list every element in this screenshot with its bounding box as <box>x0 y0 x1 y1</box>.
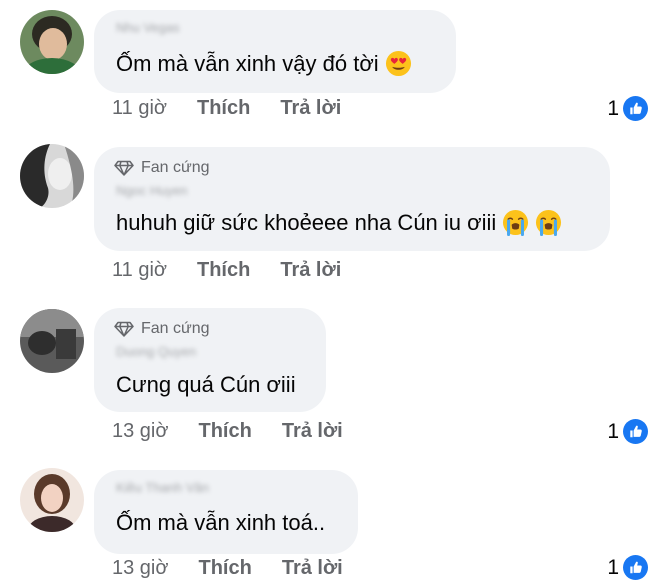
diamond-icon <box>114 160 134 176</box>
reaction-count: 1 <box>607 555 619 579</box>
comment-actions: 11 giờ Thích Trả lời <box>112 259 341 282</box>
fan-badge: Fan cứng <box>114 320 210 338</box>
avatar[interactable] <box>20 309 84 373</box>
comment-text: Cưng quá Cún ơiii <box>116 372 296 398</box>
reaction-summary[interactable]: 1 <box>607 96 648 121</box>
like-icon <box>623 419 648 444</box>
comment-timestamp[interactable]: 13 giờ <box>112 420 168 443</box>
fan-badge-label: Fan cứng <box>141 159 210 176</box>
comment-text-content: Ốm mà vẫn xinh vậy đó tời <box>116 50 379 76</box>
reply-button[interactable]: Trả lời <box>280 259 341 282</box>
fan-badge-label: Fan cứng <box>141 320 210 337</box>
comment-text-content: huhuh giữ sức khoẻeee nha Cún iu ơiii <box>116 209 497 235</box>
like-icon <box>623 96 648 121</box>
comment-timestamp[interactable]: 11 giờ <box>112 97 167 120</box>
comment-author[interactable]: Nhu Vegas <box>116 20 180 35</box>
loudly-crying-emoji-icon <box>535 209 562 236</box>
like-button[interactable]: Thích <box>198 557 251 580</box>
reaction-summary[interactable]: 1 <box>607 555 648 580</box>
comment-actions: 11 giờ Thích Trả lời <box>112 97 341 120</box>
comment-text: Ốm mà vẫn xinh vậy đó tời <box>116 50 412 77</box>
heart-eyes-emoji-icon <box>385 50 412 77</box>
comment-author[interactable]: Kiều Thanh Vân <box>116 480 209 495</box>
like-icon <box>623 555 648 580</box>
comment-bubble: Kiều Thanh Vân Ốm mà vẫn xinh toá.. <box>94 470 358 554</box>
comment-author[interactable]: Ngoc Huyen <box>116 183 188 198</box>
comment-text: Ốm mà vẫn xinh toá.. <box>116 510 325 536</box>
fan-badge: Fan cứng <box>114 159 210 177</box>
avatar[interactable] <box>20 10 84 74</box>
comment-bubble: Fan cứng Duong Quyen Cưng quá Cún ơiii <box>94 308 326 412</box>
avatar[interactable] <box>20 144 84 208</box>
like-button[interactable]: Thích <box>198 420 251 443</box>
reaction-summary[interactable]: 1 <box>607 419 648 444</box>
loudly-crying-emoji-icon <box>502 209 529 236</box>
reply-button[interactable]: Trả lời <box>282 557 343 580</box>
diamond-icon <box>114 321 134 337</box>
like-button[interactable]: Thích <box>197 259 250 282</box>
comment-actions: 13 giờ Thích Trả lời <box>112 557 343 580</box>
reaction-count: 1 <box>607 96 619 120</box>
comment-author[interactable]: Duong Quyen <box>116 344 196 359</box>
comment-bubble: Nhu Vegas Ốm mà vẫn xinh vậy đó tời <box>94 10 456 93</box>
reply-button[interactable]: Trả lời <box>280 97 341 120</box>
comment-text-content: Ốm mà vẫn xinh toá.. <box>116 510 326 535</box>
comment-timestamp[interactable]: 13 giờ <box>112 557 168 580</box>
reaction-count: 1 <box>607 419 619 443</box>
comment-actions: 13 giờ Thích Trả lời <box>112 420 343 443</box>
comment-text-content: Cưng quá Cún ơiii <box>116 372 296 397</box>
comment-timestamp[interactable]: 11 giờ <box>112 259 167 282</box>
comment-bubble: Fan cứng Ngoc Huyen huhuh giữ sức khoẻee… <box>94 147 610 251</box>
comment-text: huhuh giữ sức khoẻeee nha Cún iu ơiii <box>116 209 562 236</box>
reply-button[interactable]: Trả lời <box>282 420 343 443</box>
like-button[interactable]: Thích <box>197 97 250 120</box>
avatar[interactable] <box>20 468 84 532</box>
